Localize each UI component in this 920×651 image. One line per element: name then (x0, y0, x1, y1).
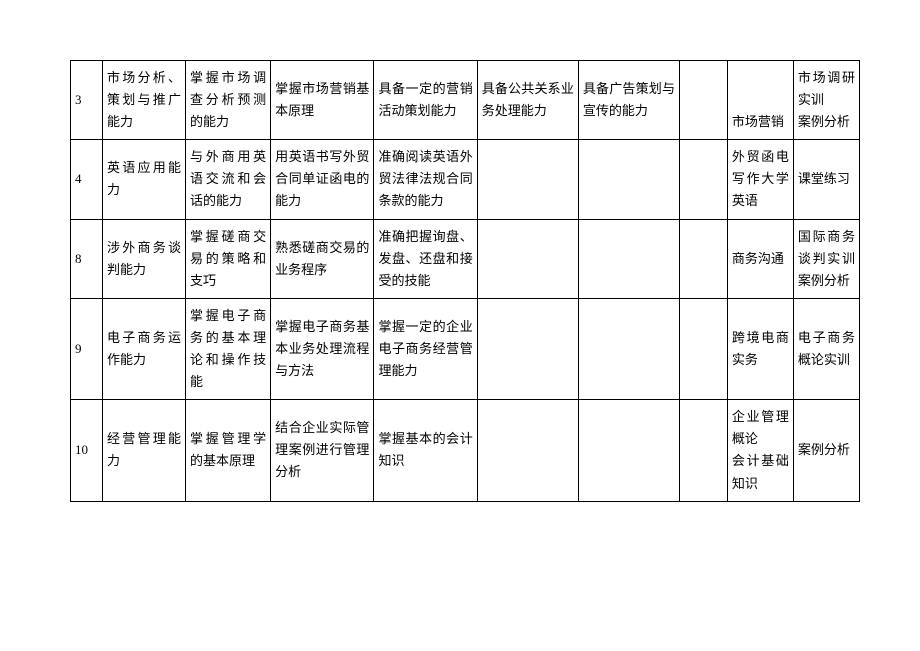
table-row: 8 涉外商务谈判能力 掌握磋商交易的策略和支巧 熟悉磋商交易的业务程序 准确把握… (71, 219, 860, 298)
row-num: 4 (71, 140, 103, 219)
cell: 结合企业实际管理案例进行管理分析 (271, 400, 374, 501)
cell (477, 400, 578, 501)
cell: 与外商用英语交流和会话的能力 (185, 140, 270, 219)
cell: 商务沟通 (727, 219, 793, 298)
cell: 准确把握询盘、发盘、还盘和接受的技能 (374, 219, 477, 298)
cell: 熟悉磋商交易的业务程序 (271, 219, 374, 298)
table-row: 3 市场分析、策划与推广能力 掌握市场调查分析预测的能力 掌握市场营销基本原理 … (71, 61, 860, 140)
cell: 掌握电子商务基本业务处理流程与方法 (271, 298, 374, 399)
cell: 市场营销 (727, 61, 793, 140)
cell: 掌握市场营销基本原理 (271, 61, 374, 140)
cell: 电子商务运作能力 (102, 298, 185, 399)
cell (578, 400, 679, 501)
cell: 掌握管理学的基本原理 (185, 400, 270, 501)
course-competency-table: 3 市场分析、策划与推广能力 掌握市场调查分析预测的能力 掌握市场营销基本原理 … (70, 60, 860, 502)
cell: 掌握电子商务的基本理论和操作技能 (185, 298, 270, 399)
table-row: 10 经营管理能力 掌握管理学的基本原理 结合企业实际管理案例进行管理分析 掌握… (71, 400, 860, 501)
cell: 英语应用能力 (102, 140, 185, 219)
cell (680, 219, 728, 298)
cell: 用英语书写外贸合同单证函电的能力 (271, 140, 374, 219)
cell: 外贸函电写作大学英语 (727, 140, 793, 219)
cell: 课堂练习 (793, 140, 859, 219)
cell: 掌握一定的企业电子商务经营管理能力 (374, 298, 477, 399)
row-num: 8 (71, 219, 103, 298)
row-num: 9 (71, 298, 103, 399)
cell (477, 219, 578, 298)
cell (680, 400, 728, 501)
cell (578, 140, 679, 219)
cell: 国际商务谈判实训案例分析 (793, 219, 859, 298)
cell: 具备一定的营销活动策划能力 (374, 61, 477, 140)
row-num: 3 (71, 61, 103, 140)
cell: 电子商务概论实训 (793, 298, 859, 399)
cell: 跨境电商实务 (727, 298, 793, 399)
cell: 掌握基本的会计知识 (374, 400, 477, 501)
cell: 市场分析、策划与推广能力 (102, 61, 185, 140)
cell (680, 61, 728, 140)
cell (477, 298, 578, 399)
cell: 掌握磋商交易的策略和支巧 (185, 219, 270, 298)
cell: 具备广告策划与宣传的能力 (578, 61, 679, 140)
cell: 市场调研实训案例分析 (793, 61, 859, 140)
cell: 涉外商务谈判能力 (102, 219, 185, 298)
cell: 掌握市场调查分析预测的能力 (185, 61, 270, 140)
row-num: 10 (71, 400, 103, 501)
cell (680, 140, 728, 219)
cell (578, 298, 679, 399)
cell: 经营管理能力 (102, 400, 185, 501)
table-row: 9 电子商务运作能力 掌握电子商务的基本理论和操作技能 掌握电子商务基本业务处理… (71, 298, 860, 399)
cell (477, 140, 578, 219)
cell (578, 219, 679, 298)
cell: 具备公共关系业务处理能力 (477, 61, 578, 140)
table-row: 4 英语应用能力 与外商用英语交流和会话的能力 用英语书写外贸合同单证函电的能力… (71, 140, 860, 219)
cell: 案例分析 (793, 400, 859, 501)
cell: 企业管理概论会计基础知识 (727, 400, 793, 501)
cell (680, 298, 728, 399)
cell: 准确阅读英语外贸法律法规合同条款的能力 (374, 140, 477, 219)
